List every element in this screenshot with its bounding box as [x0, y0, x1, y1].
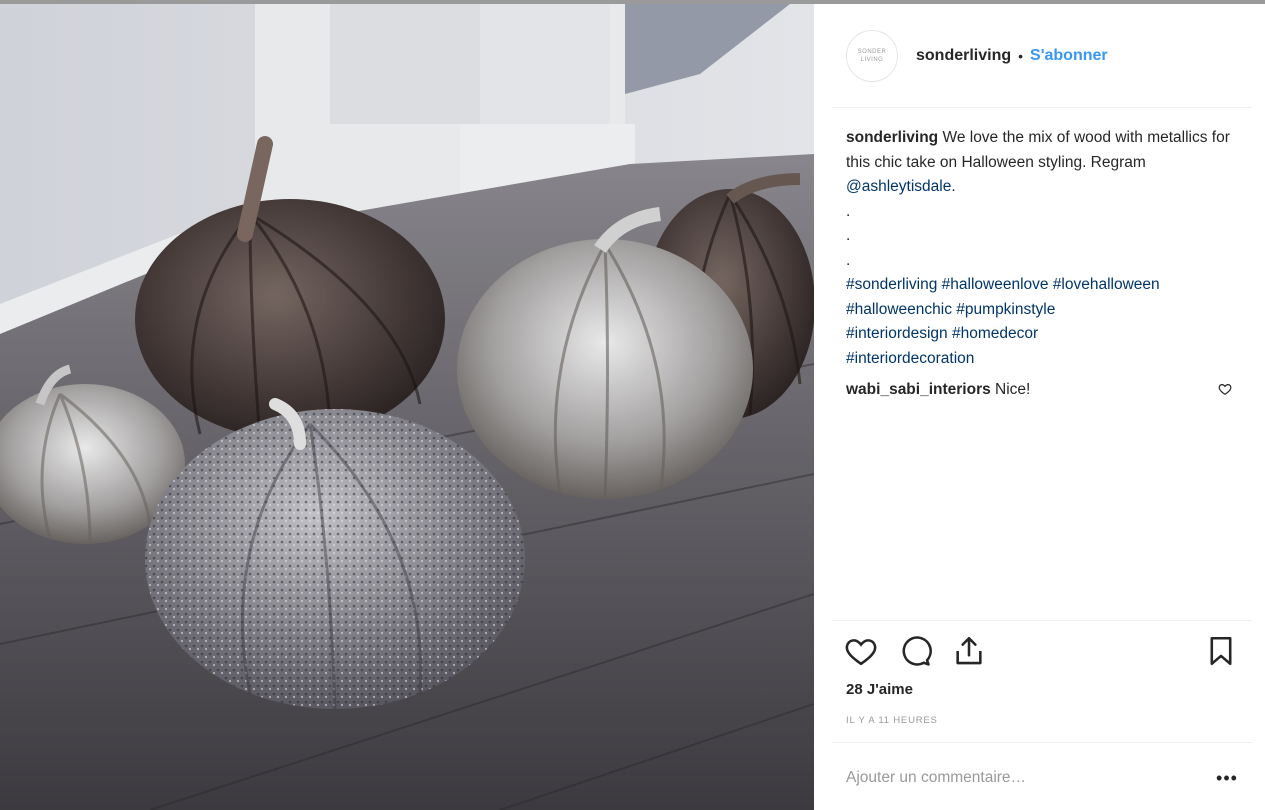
- post-side-panel: SONDER LIVING sonderliving • S'abonner s…: [814, 4, 1265, 810]
- add-comment-input[interactable]: [846, 766, 1186, 790]
- like-count[interactable]: 28 J'aime: [846, 681, 913, 698]
- like-button[interactable]: [842, 632, 880, 670]
- caption-dot-line: .: [846, 227, 851, 244]
- caption-dot-line: .: [846, 202, 851, 220]
- comment-text: Nice!: [995, 381, 1031, 398]
- separator-dot: •: [1018, 48, 1024, 64]
- post-photo[interactable]: [0, 4, 814, 810]
- caption-hashtags[interactable]: #sonderliving #halloweenlove #lovehallow…: [846, 276, 1160, 293]
- heart-icon: [845, 639, 877, 666]
- share-icon: [956, 636, 982, 665]
- caption-hashtags[interactable]: #interiordesign #homedecor: [846, 325, 1038, 342]
- divider: [832, 742, 1252, 743]
- post-header: SONDER LIVING sonderliving • S'abonner: [814, 24, 1265, 88]
- more-options-button[interactable]: •••: [1212, 766, 1242, 790]
- comment-button[interactable]: [896, 632, 934, 670]
- share-button[interactable]: [950, 632, 988, 670]
- caption-hashtags[interactable]: #interiordecoration: [846, 350, 974, 367]
- post-timestamp[interactable]: IL Y A 11 HEURES: [846, 715, 938, 726]
- action-bar: [842, 632, 1242, 672]
- comment-username[interactable]: wabi_sabi_interiors: [846, 381, 991, 398]
- small-heart-icon[interactable]: [1218, 382, 1232, 396]
- caption-after-mention: .: [951, 178, 956, 195]
- divider: [832, 620, 1252, 621]
- username-link[interactable]: sonderliving: [916, 47, 1011, 65]
- save-button[interactable]: [1202, 632, 1240, 670]
- divider: [832, 107, 1252, 108]
- avatar-text: SONDER LIVING: [857, 49, 887, 63]
- pumpkins-photo: [0, 4, 814, 810]
- caption-username[interactable]: sonderliving: [846, 129, 938, 146]
- caption-dot-line: .: [846, 251, 851, 269]
- avatar[interactable]: SONDER LIVING: [846, 30, 898, 82]
- caption-mention[interactable]: @ashleytisdale: [846, 178, 951, 195]
- comment-item: wabi_sabi_interiors Nice!: [846, 378, 1241, 402]
- follow-button[interactable]: S'abonner: [1030, 47, 1108, 65]
- bookmark-icon: [1210, 636, 1232, 666]
- comment-icon: [902, 636, 932, 666]
- post-caption: sonderliving We love the mix of wood wit…: [846, 126, 1241, 371]
- caption-hashtags[interactable]: #halloweenchic #pumpkinstyle: [846, 301, 1055, 318]
